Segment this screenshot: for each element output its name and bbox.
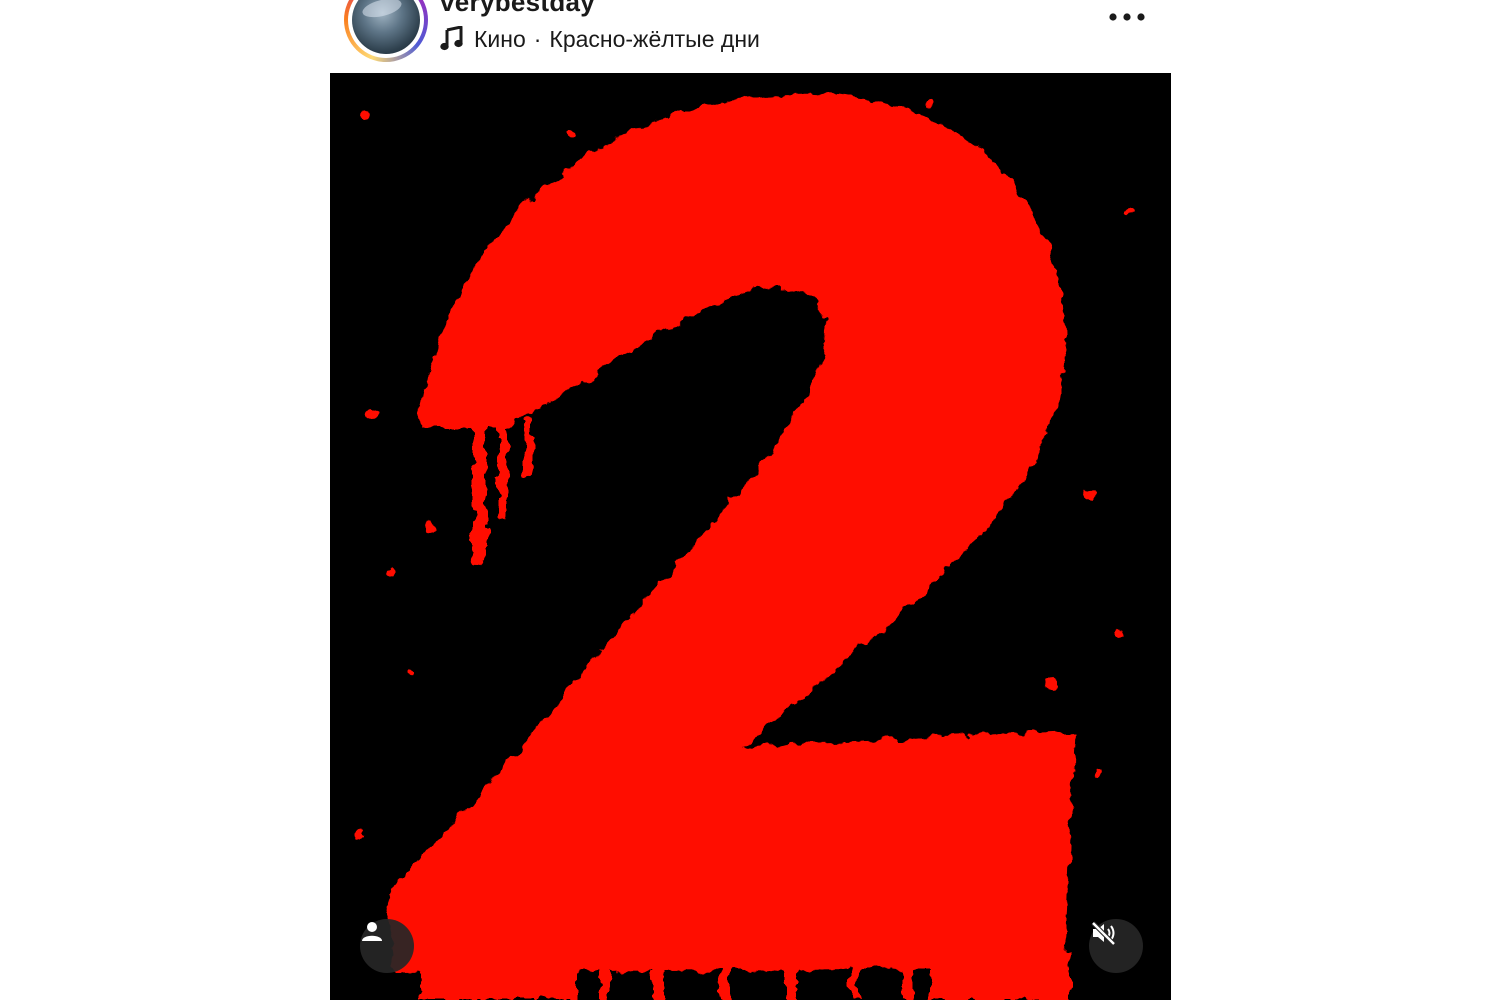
audio-attribution-link[interactable]: Кино · Красно-жёлтые дни: [440, 24, 760, 54]
audio-artist: Кино: [474, 25, 526, 52]
speaker-muted-icon: [1091, 921, 1116, 946]
username-link[interactable]: verybestday: [440, 0, 595, 18]
audio-track-title: Красно-жёлтые дни: [549, 25, 760, 52]
audio-separator: ·: [533, 25, 542, 52]
avatar-image: [352, 0, 420, 54]
more-horizontal-icon: [1109, 13, 1145, 21]
music-note-icon: [440, 25, 464, 52]
user-tag-icon: [362, 922, 382, 941]
tagged-users-button[interactable]: [360, 919, 414, 973]
post-media[interactable]: [330, 73, 1171, 1000]
more-options-button[interactable]: [1104, 4, 1150, 30]
mute-toggle-button[interactable]: [1089, 919, 1143, 973]
instagram-post: verybestday Кино · Красно-жёлтые дни: [0, 0, 1500, 1000]
painted-number-two-image: [355, 93, 1133, 1000]
